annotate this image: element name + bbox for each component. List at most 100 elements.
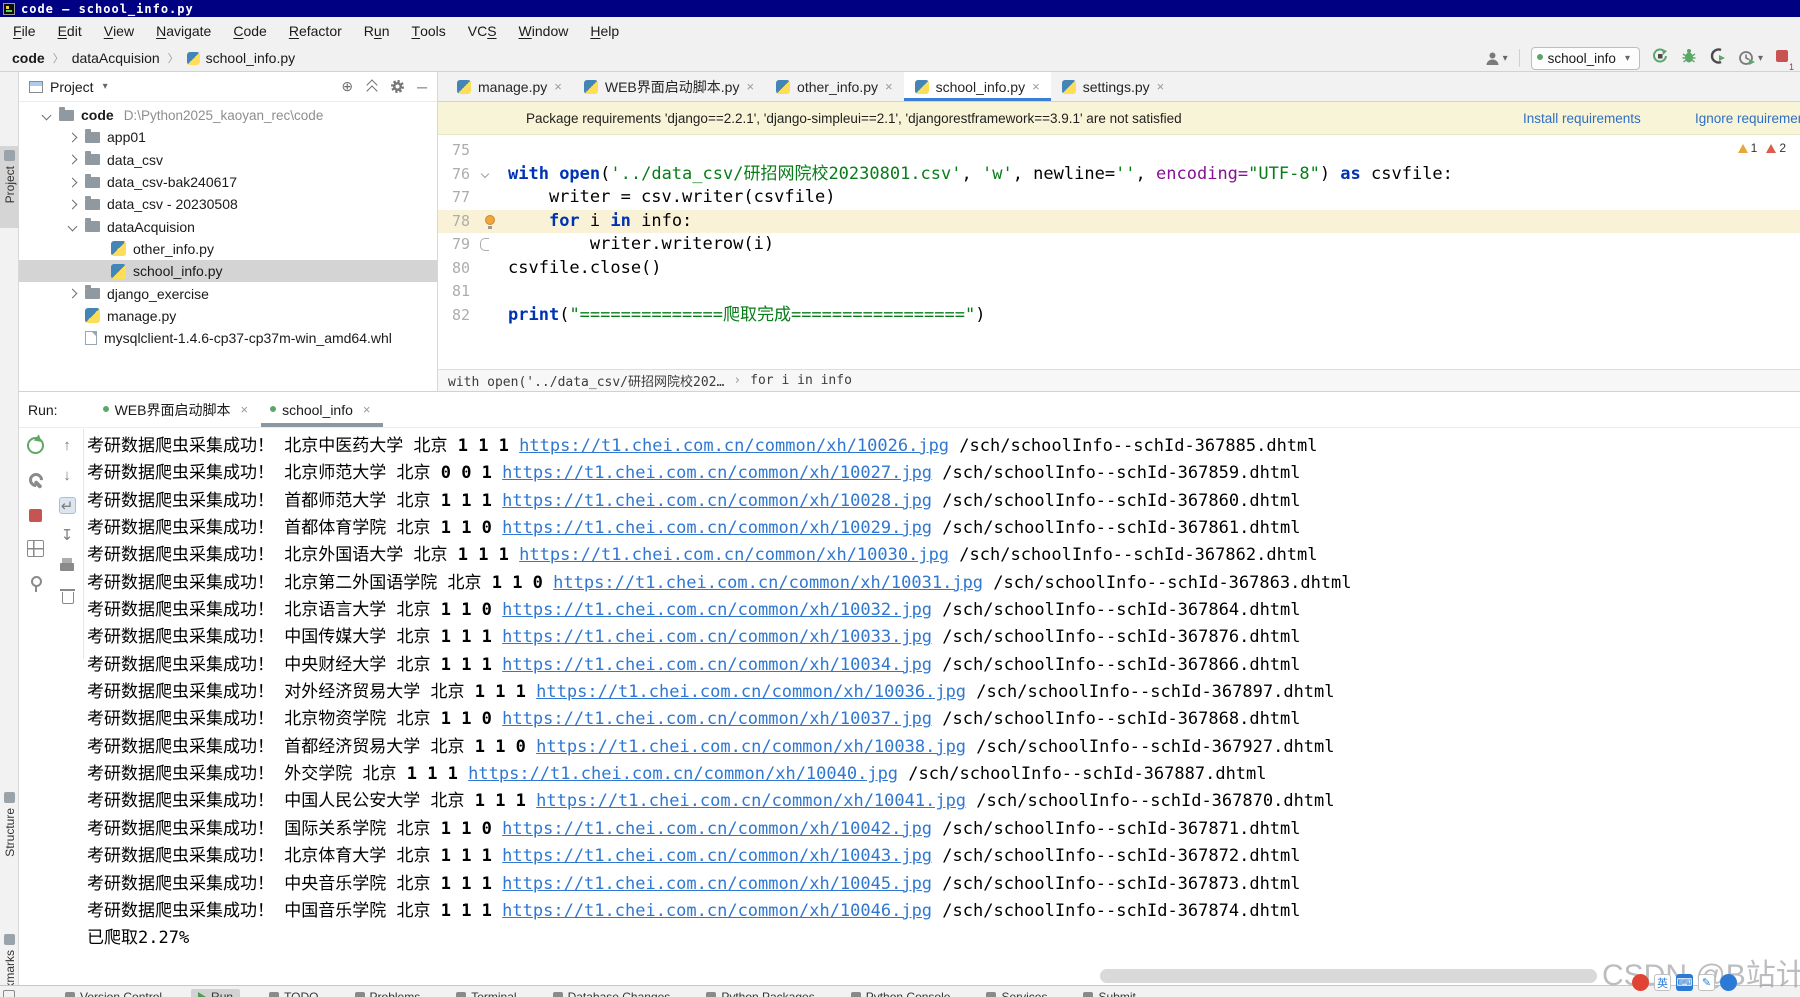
hide-panel-icon[interactable]: ─ — [417, 79, 427, 95]
settings-icon[interactable] — [27, 472, 44, 489]
ime-keyboard-icon[interactable]: ⌨ — [1676, 974, 1693, 991]
toolwindow-button-python-packages[interactable]: Python Packages — [699, 989, 821, 997]
menu-item-code[interactable]: Code — [222, 17, 277, 45]
console-image-link[interactable]: https://t1.chei.com.cn/common/xh/10028.j… — [502, 491, 932, 511]
stripe-tab-structure[interactable]: Structure — [0, 788, 19, 892]
ime-settings-icon[interactable] — [1720, 974, 1737, 991]
tree-item-django-exercise[interactable]: django_exercise — [19, 282, 437, 304]
close-icon[interactable]: × — [1032, 79, 1040, 94]
console-image-link[interactable]: https://t1.chei.com.cn/common/xh/10036.j… — [536, 682, 966, 702]
close-icon[interactable]: × — [240, 402, 248, 417]
run-tab-web-[interactable]: WEB界面启动脚本 × — [94, 392, 261, 427]
toolwindow-button-problems[interactable]: Problems — [348, 989, 428, 997]
install-requirements-link[interactable]: Install requirements — [1523, 111, 1641, 126]
menu-item-refactor[interactable]: Refactor — [278, 17, 353, 45]
tool-window-toggle-icon[interactable] — [3, 990, 15, 997]
tree-item-app01[interactable]: app01 — [19, 126, 437, 148]
editor-tab-web-py[interactable]: WEB界面启动脚本.py × — [573, 72, 765, 101]
toolwindow-button-services[interactable]: Services — [979, 989, 1054, 997]
menu-item-edit[interactable]: Edit — [47, 17, 93, 45]
close-icon[interactable]: × — [885, 79, 893, 94]
breadcrumb-item[interactable]: code — [12, 50, 45, 66]
profiler-button[interactable]: ▾ — [1738, 49, 1763, 67]
menu-item-window[interactable]: Window — [508, 17, 580, 45]
console-image-link[interactable]: https://t1.chei.com.cn/common/xh/10040.j… — [468, 764, 898, 784]
stop-button[interactable]: 1 — [1774, 48, 1794, 72]
code-line-78[interactable]: 78 for i in info: — [438, 209, 1800, 233]
tree-expand-icon[interactable] — [67, 199, 85, 210]
ime-logo-icon[interactable] — [1632, 974, 1649, 991]
run-coverage-button[interactable] — [1709, 47, 1727, 70]
editor-tab-other-info-py[interactable]: other_info.py × — [765, 72, 904, 101]
tree-item-school-info-py[interactable]: school_info.py — [19, 260, 437, 283]
chevron-down-icon[interactable]: ▾ — [103, 81, 108, 92]
toolwindow-button-python-console[interactable]: Python Console — [844, 989, 958, 997]
tree-item-manage-py[interactable]: manage.py — [19, 305, 437, 327]
code-line-81[interactable]: 81 — [438, 280, 1800, 304]
print-icon[interactable] — [59, 557, 76, 574]
breadcrumb-item[interactable]: dataAcquision — [72, 50, 160, 66]
layout-icon[interactable] — [26, 540, 44, 557]
toolwindow-button-run[interactable]: Run — [191, 989, 241, 997]
console-image-link[interactable]: https://t1.chei.com.cn/common/xh/10032.j… — [502, 600, 932, 620]
rerun-icon[interactable] — [26, 437, 44, 454]
inspection-widget[interactable]: 1 2 — [1737, 141, 1786, 155]
tree-expand-icon[interactable] — [41, 110, 59, 121]
code-editor[interactable]: 75 76 with open('../data_csv/研招网院校20230801… — [438, 135, 1800, 369]
tree-item-data-csv-20230508[interactable]: data_csv - 20230508 — [19, 193, 437, 215]
run-configuration-select[interactable]: school_info ▾ — [1530, 46, 1640, 70]
project-panel-title[interactable]: Project — [50, 79, 94, 95]
console-image-link[interactable]: https://t1.chei.com.cn/common/xh/10033.j… — [502, 627, 932, 647]
close-icon[interactable]: × — [363, 402, 371, 417]
console-image-link[interactable]: https://t1.chei.com.cn/common/xh/10041.j… — [536, 791, 966, 811]
tree-item-data-csv[interactable]: data_csv — [19, 149, 437, 171]
toolwindow-button-version-control[interactable]: Version Control — [58, 989, 169, 997]
intention-bulb-icon[interactable] — [485, 214, 495, 229]
scroll-end-icon[interactable]: ↧ — [59, 527, 76, 544]
menu-item-tools[interactable]: Tools — [401, 17, 457, 45]
tree-item-dataacquision[interactable]: dataAcquision — [19, 215, 437, 237]
console-output[interactable]: 考研数据爬虫采集成功！ 北京中医药大学 北京 1 1 1 https://t1.… — [87, 433, 1800, 953]
console-image-link[interactable]: https://t1.chei.com.cn/common/xh/10043.j… — [502, 846, 932, 866]
tree-item-mysqlclient-1-4-6-cp37-cp37m-win-amd64-whl[interactable]: mysqlclient-1.4.6-cp37-cp37m-win_amd64.w… — [19, 327, 437, 349]
menu-item-view[interactable]: View — [93, 17, 145, 45]
console-image-link[interactable]: https://t1.chei.com.cn/common/xh/10046.j… — [502, 901, 932, 921]
ime-tools-icon[interactable]: ✎ — [1698, 974, 1715, 991]
up-icon[interactable]: ↑ — [59, 437, 76, 454]
tree-expand-icon[interactable] — [67, 177, 85, 187]
editor-tab-school-info-py[interactable]: school_info.py × — [903, 72, 1051, 101]
menu-item-file[interactable]: File — [2, 17, 47, 45]
soft-wrap-icon[interactable]: ↵ — [58, 497, 76, 515]
code-line-80[interactable]: 80 csvfile.close() — [438, 257, 1800, 281]
toolwindow-button-submit[interactable]: Submit — [1076, 989, 1142, 997]
toolwindow-button-terminal[interactable]: Terminal — [449, 989, 523, 997]
pin-icon[interactable] — [27, 575, 44, 592]
console-image-link[interactable]: https://t1.chei.com.cn/common/xh/10034.j… — [502, 655, 932, 675]
down-icon[interactable]: ↓ — [59, 467, 76, 484]
editor-tab-settings-py[interactable]: settings.py × — [1051, 72, 1176, 101]
tree-item-data-csv-bak240617[interactable]: data_csv-bak240617 — [19, 171, 437, 193]
console-image-link[interactable]: https://t1.chei.com.cn/common/xh/10042.j… — [502, 819, 932, 839]
close-icon[interactable]: × — [746, 79, 754, 94]
gear-icon[interactable] — [391, 80, 405, 93]
editor-tab-manage-py[interactable]: manage.py × — [446, 72, 573, 101]
tree-expand-icon[interactable] — [67, 154, 85, 165]
locate-file-icon[interactable]: ⊕ — [341, 78, 353, 95]
menu-item-navigate[interactable]: Navigate — [145, 17, 222, 45]
console-image-link[interactable]: https://t1.chei.com.cn/common/xh/10030.j… — [519, 545, 949, 565]
clear-icon[interactable] — [59, 587, 76, 604]
hint-context-right[interactable]: for i in info — [750, 373, 852, 388]
console-image-link[interactable]: https://t1.chei.com.cn/common/xh/10031.j… — [553, 573, 983, 593]
stripe-tab-project[interactable]: Project — [0, 146, 19, 228]
horizontal-scrollbar[interactable] — [1100, 969, 1597, 983]
close-icon[interactable]: × — [1157, 79, 1165, 94]
menu-item-run[interactable]: Run — [353, 17, 401, 45]
tree-expand-icon[interactable] — [67, 288, 85, 299]
ime-language-icon[interactable]: 英 — [1654, 974, 1671, 991]
run-button[interactable] — [1651, 47, 1669, 70]
menu-item-help[interactable]: Help — [579, 17, 630, 45]
console-image-link[interactable]: https://t1.chei.com.cn/common/xh/10038.j… — [536, 737, 966, 757]
collapse-all-icon[interactable] — [366, 80, 378, 93]
menu-item-vcs[interactable]: VC S — [457, 17, 508, 45]
tree-item-code[interactable]: code D:\Python2025_kaoyan_rec\code — [19, 104, 437, 126]
